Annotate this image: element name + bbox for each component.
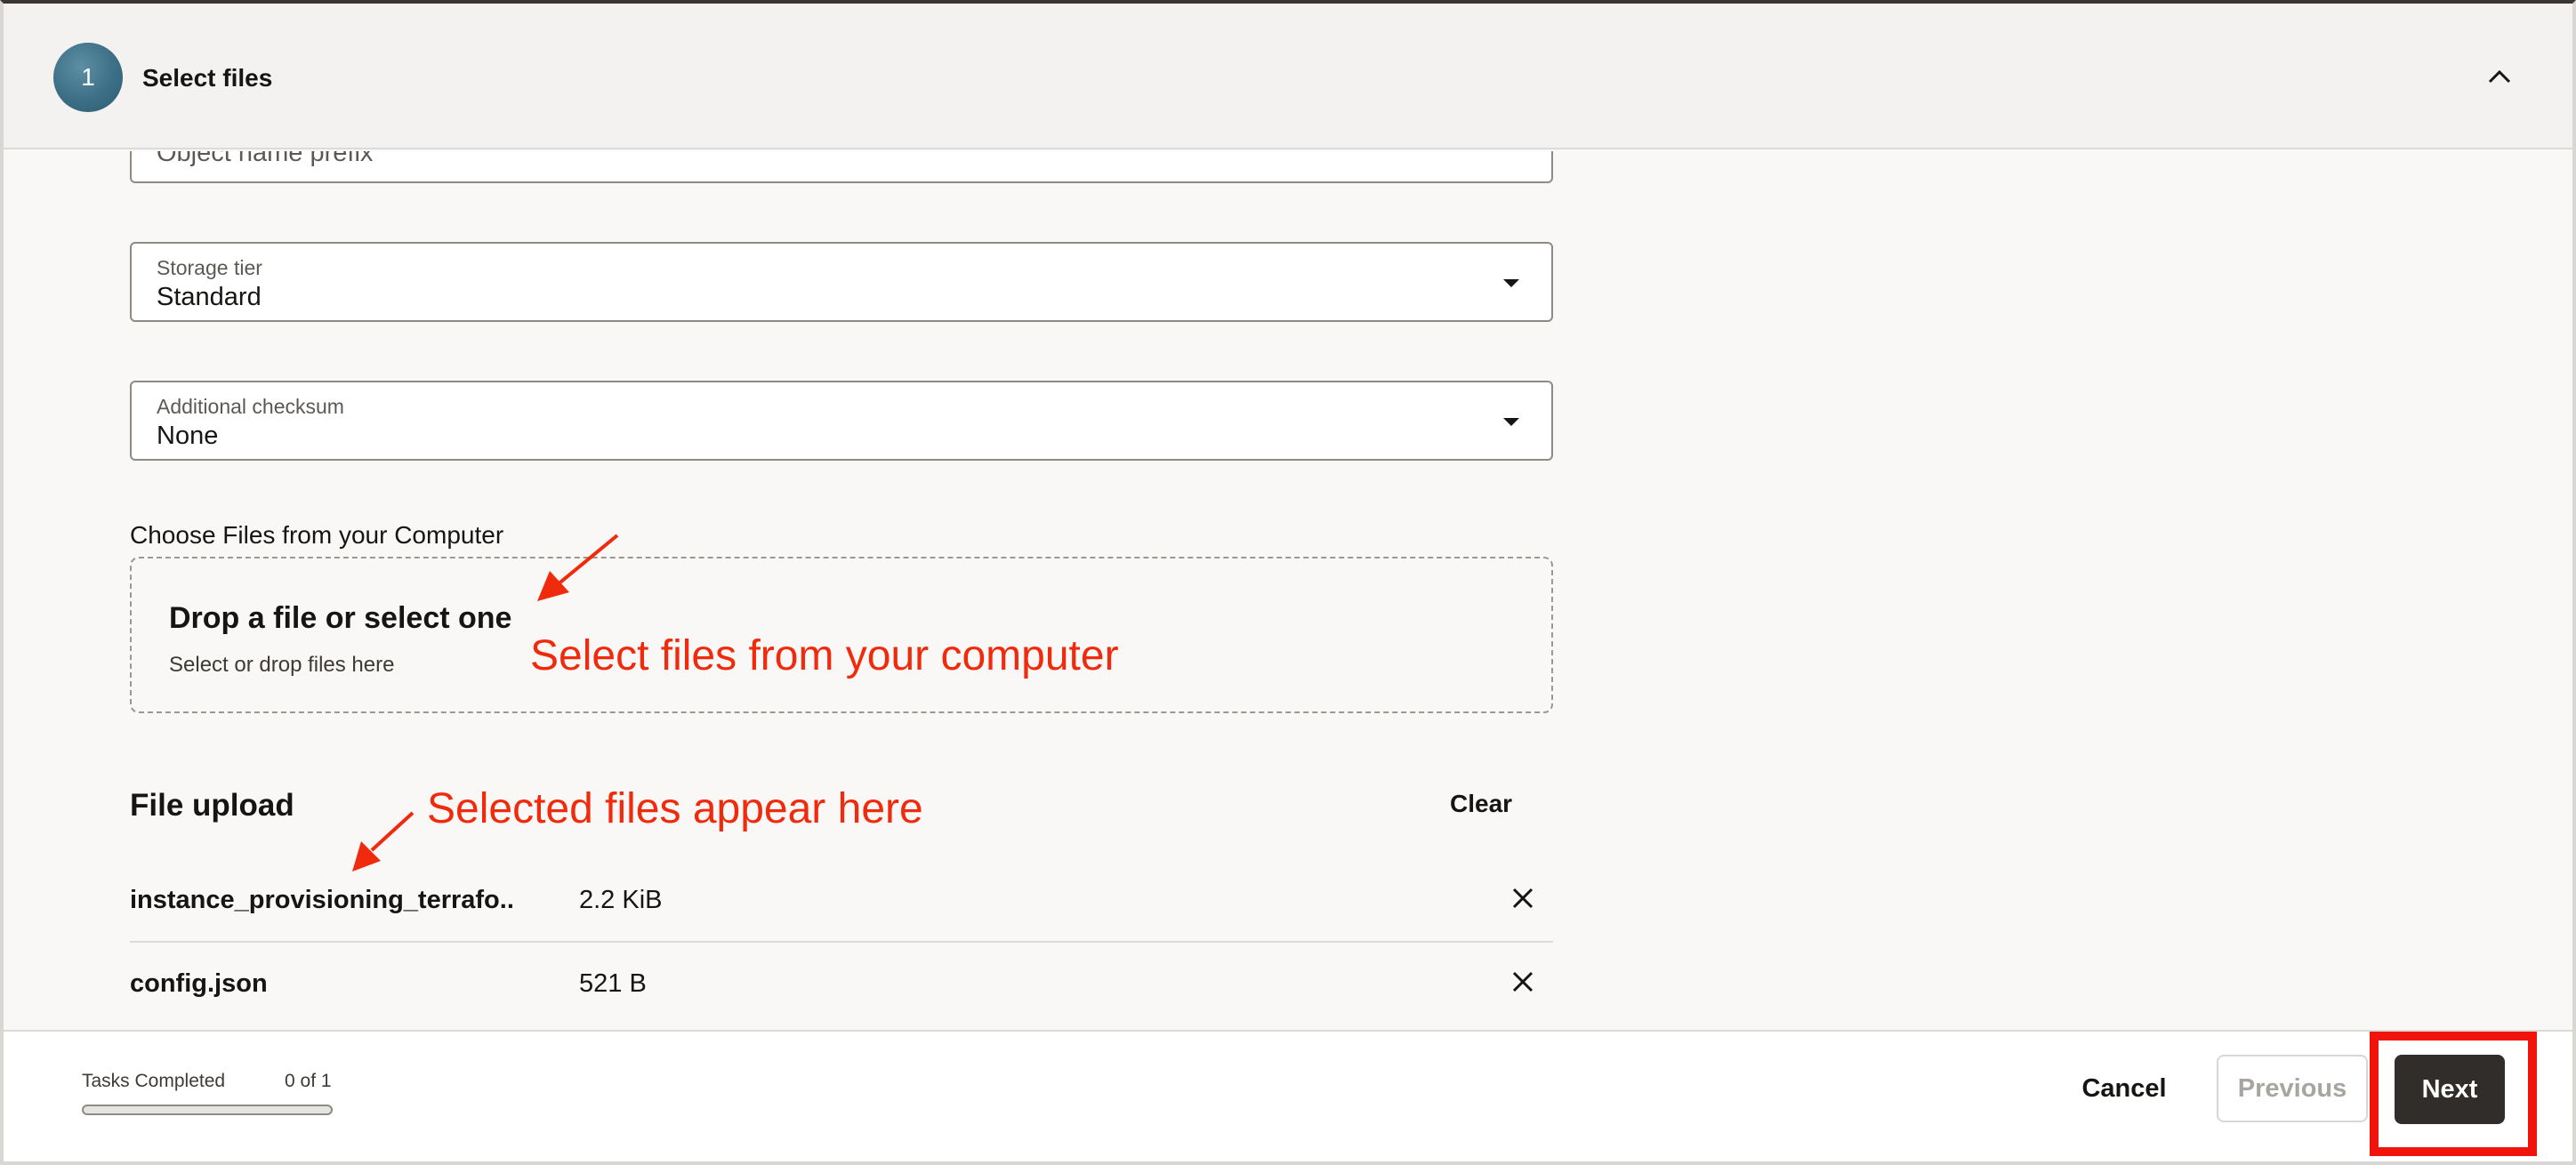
- cancel-button[interactable]: Cancel: [2065, 1055, 2183, 1122]
- step-number: 1: [81, 63, 95, 91]
- file-name: instance_provisioning_terrafo...: [130, 886, 512, 914]
- wizard-panel: 1 Select files Object name prefix Storag…: [0, 0, 2576, 1165]
- annotation-arrow: [537, 534, 619, 601]
- previous-button[interactable]: Previous: [2217, 1055, 2368, 1122]
- annotation-selected-files: Selected files appear here: [427, 785, 923, 832]
- storage-tier-select[interactable]: Storage tier Standard: [130, 242, 1553, 322]
- storage-tier-value: Standard: [157, 283, 262, 311]
- additional-checksum-select[interactable]: Additional checksum None: [130, 381, 1553, 461]
- additional-checksum-value: None: [157, 422, 219, 450]
- close-icon[interactable]: [1507, 882, 1539, 914]
- step-header[interactable]: 1 Select files: [4, 4, 2572, 149]
- tasks-completed-count: 0 of 1: [285, 1071, 332, 1091]
- tasks-completed-label: Tasks Completed: [82, 1071, 226, 1091]
- tasks-progress-bar: [82, 1105, 333, 1115]
- step-content: Object name prefix Storage tier Standard…: [4, 151, 2572, 1032]
- caret-down-icon: [1503, 418, 1519, 426]
- file-upload-title: File upload: [130, 788, 294, 823]
- annotation-select-files: Select files from your computer: [530, 632, 1119, 679]
- file-row: instance_provisioning_terrafo... 2.2 KiB: [130, 861, 1553, 941]
- object-name-prefix-input[interactable]: Object name prefix: [130, 151, 1553, 183]
- wizard-footer: Tasks Completed 0 of 1 Cancel Previous: [4, 1030, 2572, 1161]
- choose-files-label: Choose Files from your Computer: [130, 521, 504, 549]
- file-size: 521 B: [579, 969, 647, 998]
- dropzone-subtitle: Select or drop files here: [169, 653, 395, 677]
- prefix-placeholder: Object name prefix: [157, 151, 374, 167]
- row-divider: [130, 941, 1553, 943]
- close-icon[interactable]: [1507, 966, 1539, 998]
- clear-button[interactable]: Clear: [1450, 790, 1512, 818]
- storage-tier-label: Storage tier: [157, 256, 262, 279]
- file-row: config.json 521 B: [130, 944, 1553, 1024]
- file-name: config.json: [130, 969, 268, 998]
- dropzone-title: Drop a file or select one: [169, 601, 512, 635]
- additional-checksum-label: Additional checksum: [157, 395, 344, 418]
- caret-down-icon: [1503, 279, 1519, 287]
- chevron-up-icon[interactable]: [2480, 57, 2519, 96]
- step-number-badge: 1: [53, 43, 123, 112]
- step-title: Select files: [142, 64, 273, 92]
- file-size: 2.2 KiB: [579, 886, 663, 914]
- next-button[interactable]: Next: [2395, 1055, 2505, 1124]
